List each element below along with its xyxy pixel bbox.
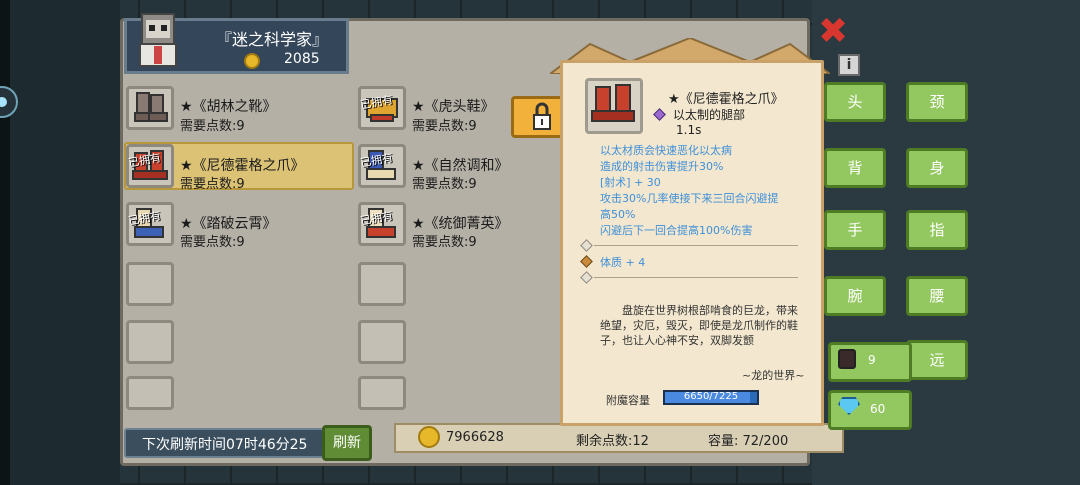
item-name: ★《虎头鞋》	[412, 99, 495, 115]
item-name: ★《尼德霍格之爪》	[180, 158, 305, 174]
equip-slot-neck[interactable]: 颈	[906, 82, 968, 122]
effect-line: 高50%	[600, 208, 636, 221]
remaining-points: 剩余点数:12	[576, 434, 649, 449]
divider	[594, 245, 798, 246]
effect-line: 造成的射击伤害提升30%	[600, 160, 724, 173]
equip-slot-body[interactable]: 身	[906, 148, 968, 188]
item-points: 需要点数:9	[412, 119, 477, 134]
effect-line: 闪避后下一回合提高100%伤害	[600, 224, 753, 237]
equip-slot-ranged[interactable]: 远	[906, 340, 968, 380]
equip-slot-head[interactable]: 头	[824, 82, 886, 122]
equip-slot-finger[interactable]: 指	[906, 210, 968, 250]
effect-line: [射术] + 30	[600, 176, 661, 189]
equip-slot-wrist[interactable]: 腕	[824, 276, 886, 316]
coin-icon	[418, 426, 440, 448]
tooltip-item-type: 以太制的腿部	[673, 108, 746, 122]
item-points: 需要点数:9	[180, 235, 245, 250]
equip-slot-back[interactable]: 背	[824, 148, 886, 188]
item-name: ★《自然调和》	[412, 158, 509, 174]
item-points: 需要点数:9	[412, 177, 477, 192]
item-points: 需要点数:9	[412, 235, 477, 250]
empty-slot[interactable]	[126, 320, 174, 364]
item-name: ★《胡林之靴》	[180, 99, 277, 115]
tooltip-item-slot	[585, 78, 643, 134]
screen-edge	[0, 0, 10, 485]
info-icon[interactable]: i	[838, 54, 860, 76]
item-points: 需要点数:9	[180, 177, 245, 192]
enchant-label: 附魔容量	[606, 394, 650, 407]
equip-slot-waist[interactable]: 腰	[906, 276, 968, 316]
tooltip-item-time: 1.1s	[676, 123, 702, 137]
flavor-description: 盘旋在世界树根部啃食的巨龙，带来绝望，灾厄，毁灭，即使是龙爪制作的鞋子，也让人心…	[600, 304, 798, 347]
merchant-title: 『迷之科学家』	[216, 30, 329, 49]
stat-bonus: 体质 + 4	[600, 256, 646, 269]
divider	[594, 277, 798, 278]
equip-slot-hand[interactable]: 手	[824, 210, 886, 250]
empty-slot[interactable]	[358, 376, 406, 410]
enchant-capacity-value: 6650/7225	[683, 391, 739, 402]
item-name: ★《踏破云霄》	[180, 216, 277, 232]
tooltip-item-name: ★《尼德霍格之爪》	[668, 92, 784, 107]
item-points: 需要点数:9	[180, 119, 245, 134]
followers-count: 9	[868, 353, 876, 367]
flavor-signature: ~龙的世界~	[742, 369, 805, 382]
empty-slot[interactable]	[358, 320, 406, 364]
left-wall	[0, 0, 120, 485]
capacity: 容量: 72/200	[708, 434, 789, 449]
boots-icon	[134, 92, 168, 122]
dragon-claw-boots-icon	[591, 84, 635, 122]
item-name: ★《统御菁英》	[412, 216, 509, 232]
merchant-avatar	[132, 12, 184, 70]
merchant-gold: 2085	[284, 51, 320, 67]
empty-slot[interactable]	[126, 376, 174, 410]
close-icon[interactable]: ✖	[818, 14, 848, 50]
character-icon	[838, 349, 856, 369]
empty-slot[interactable]	[126, 262, 174, 306]
effect-line: 攻击30%几率使接下来三回合闪避提	[600, 192, 779, 205]
effect-line: 以太材质会快速恶化以太病	[600, 144, 732, 157]
refresh-button[interactable]: 刷新	[322, 425, 372, 461]
gem-count: 60	[870, 402, 886, 416]
coin-icon	[244, 53, 260, 69]
gold-total: 7966628	[446, 430, 504, 445]
empty-slot[interactable]	[358, 262, 406, 306]
refresh-timer: 下次刷新时间07时46分25	[142, 437, 308, 453]
item-slot	[126, 86, 174, 130]
